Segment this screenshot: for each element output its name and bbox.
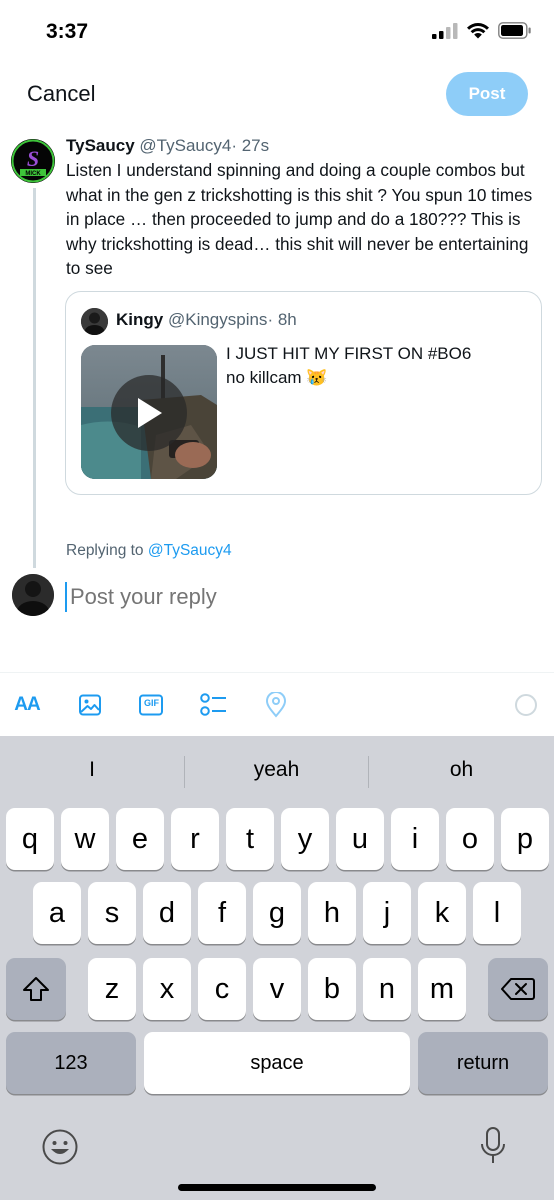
quoted-tweet-text: I JUST HIT MY FIRST ON #BO6 no killcam 😿 — [226, 342, 526, 390]
key-n[interactable]: n — [363, 958, 411, 1020]
quoted-text-line-2: no killcam 😿 — [226, 368, 328, 387]
quoted-author-handle: @Kingyspins — [167, 310, 268, 329]
key-h[interactable]: h — [308, 882, 356, 944]
tweet-text: Listen I understand spinning and doing a… — [66, 160, 533, 278]
wifi-icon — [467, 23, 489, 39]
key-b[interactable]: b — [308, 958, 356, 1020]
suggestion-2[interactable]: yeah — [185, 758, 368, 788]
key-d[interactable]: d — [143, 882, 191, 944]
key-m[interactable]: m — [418, 958, 466, 1020]
tweet-timestamp: · 27s — [231, 136, 270, 155]
key-g[interactable]: g — [253, 882, 301, 944]
key-e[interactable]: e — [116, 808, 164, 870]
key-y[interactable]: y — [281, 808, 329, 870]
key-q[interactable]: q — [6, 808, 54, 870]
status-time: 3:37 — [46, 20, 89, 43]
emoji-icon — [42, 1129, 78, 1165]
ios-keyboard: I yeah oh q w e r t y u i o p a s d f g … — [0, 736, 554, 1200]
quoted-author-name: Kingy — [116, 310, 164, 329]
quoted-avatar — [81, 308, 108, 335]
my-avatar — [12, 574, 54, 616]
svg-text:S: S — [27, 146, 39, 171]
key-u[interactable]: u — [336, 808, 384, 870]
image-icon[interactable] — [76, 691, 104, 719]
key-x[interactable]: x — [143, 958, 191, 1020]
key-p[interactable]: p — [501, 808, 549, 870]
svg-text:MICK: MICK — [25, 171, 41, 177]
key-w[interactable]: w — [61, 808, 109, 870]
quoted-text-line-1: I JUST HIT MY FIRST ON #BO6 — [226, 344, 472, 363]
tweet-author-name[interactable]: TySaucy — [66, 136, 135, 155]
return-key[interactable]: return — [418, 1032, 548, 1094]
key-l[interactable]: l — [473, 882, 521, 944]
key-i[interactable]: i — [391, 808, 439, 870]
space-key[interactable]: space — [144, 1032, 410, 1094]
suggestion-3[interactable]: oh — [369, 758, 554, 788]
original-tweet: TySaucy @TySaucy4· 27s Listen I understa… — [66, 136, 541, 281]
reply-input[interactable] — [65, 582, 525, 612]
key-f[interactable]: f — [198, 882, 246, 944]
key-r[interactable]: r — [171, 808, 219, 870]
tweet-header: TySaucy @TySaucy4· 27s — [66, 136, 541, 156]
poll-icon[interactable] — [198, 691, 228, 719]
thread-connector-line — [33, 188, 36, 568]
quoted-tweet-header: Kingy @Kingyspins· 8h — [116, 310, 297, 330]
key-o[interactable]: o — [446, 808, 494, 870]
backspace-icon — [501, 978, 535, 1000]
my-avatar-image — [12, 574, 54, 616]
shift-icon — [23, 977, 49, 1001]
compose-toolbar: AA GIF — [0, 672, 554, 736]
gif-icon[interactable]: GIF — [137, 691, 165, 719]
compose-header: Cancel Post — [0, 70, 554, 118]
status-bar: 3:37 — [0, 0, 554, 66]
replying-to: Replying to @TySaucy4 — [66, 542, 232, 560]
quoted-timestamp: · 8h — [267, 310, 297, 329]
play-button[interactable] — [111, 375, 187, 451]
key-t[interactable]: t — [226, 808, 274, 870]
text-size-label: AA — [14, 694, 40, 715]
key-k[interactable]: k — [418, 882, 466, 944]
char-count-ring-icon — [513, 691, 539, 719]
gif-label: GIF — [144, 698, 159, 708]
quoted-video-thumbnail[interactable] — [81, 345, 217, 479]
key-v[interactable]: v — [253, 958, 301, 1020]
home-indicator — [178, 1184, 376, 1191]
key-a[interactable]: a — [33, 882, 81, 944]
replying-to-handle[interactable]: @TySaucy4 — [148, 542, 232, 559]
location-icon[interactable] — [263, 691, 289, 719]
cellular-signal-icon — [432, 22, 458, 39]
battery-icon — [498, 22, 531, 39]
status-icons — [432, 22, 532, 39]
play-icon — [138, 398, 162, 428]
key-z[interactable]: z — [88, 958, 136, 1020]
avatar-logo-icon: S MICK — [11, 139, 55, 183]
key-s[interactable]: s — [88, 882, 136, 944]
emoji-key[interactable] — [41, 1128, 79, 1166]
cancel-button[interactable]: Cancel — [27, 81, 95, 107]
key-j[interactable]: j — [363, 882, 411, 944]
suggestion-1[interactable]: I — [0, 758, 184, 788]
shift-key[interactable] — [6, 958, 66, 1020]
dictation-key[interactable] — [478, 1126, 508, 1166]
microphone-icon — [481, 1127, 505, 1163]
quoted-avatar-image — [81, 308, 108, 335]
post-button[interactable]: Post — [446, 72, 528, 116]
tweet-author-handle[interactable]: @TySaucy4 — [139, 136, 231, 155]
replying-to-prefix: Replying to — [66, 542, 144, 559]
key-c[interactable]: c — [198, 958, 246, 1020]
text-size-icon[interactable]: AA — [12, 691, 42, 719]
avatar[interactable]: S MICK — [11, 139, 55, 183]
quoted-tweet-card[interactable]: Kingy @Kingyspins· 8h I JUST HIT MY FIRS… — [65, 291, 542, 495]
delete-key[interactable] — [488, 958, 548, 1020]
numbers-key[interactable]: 123 — [6, 1032, 136, 1094]
